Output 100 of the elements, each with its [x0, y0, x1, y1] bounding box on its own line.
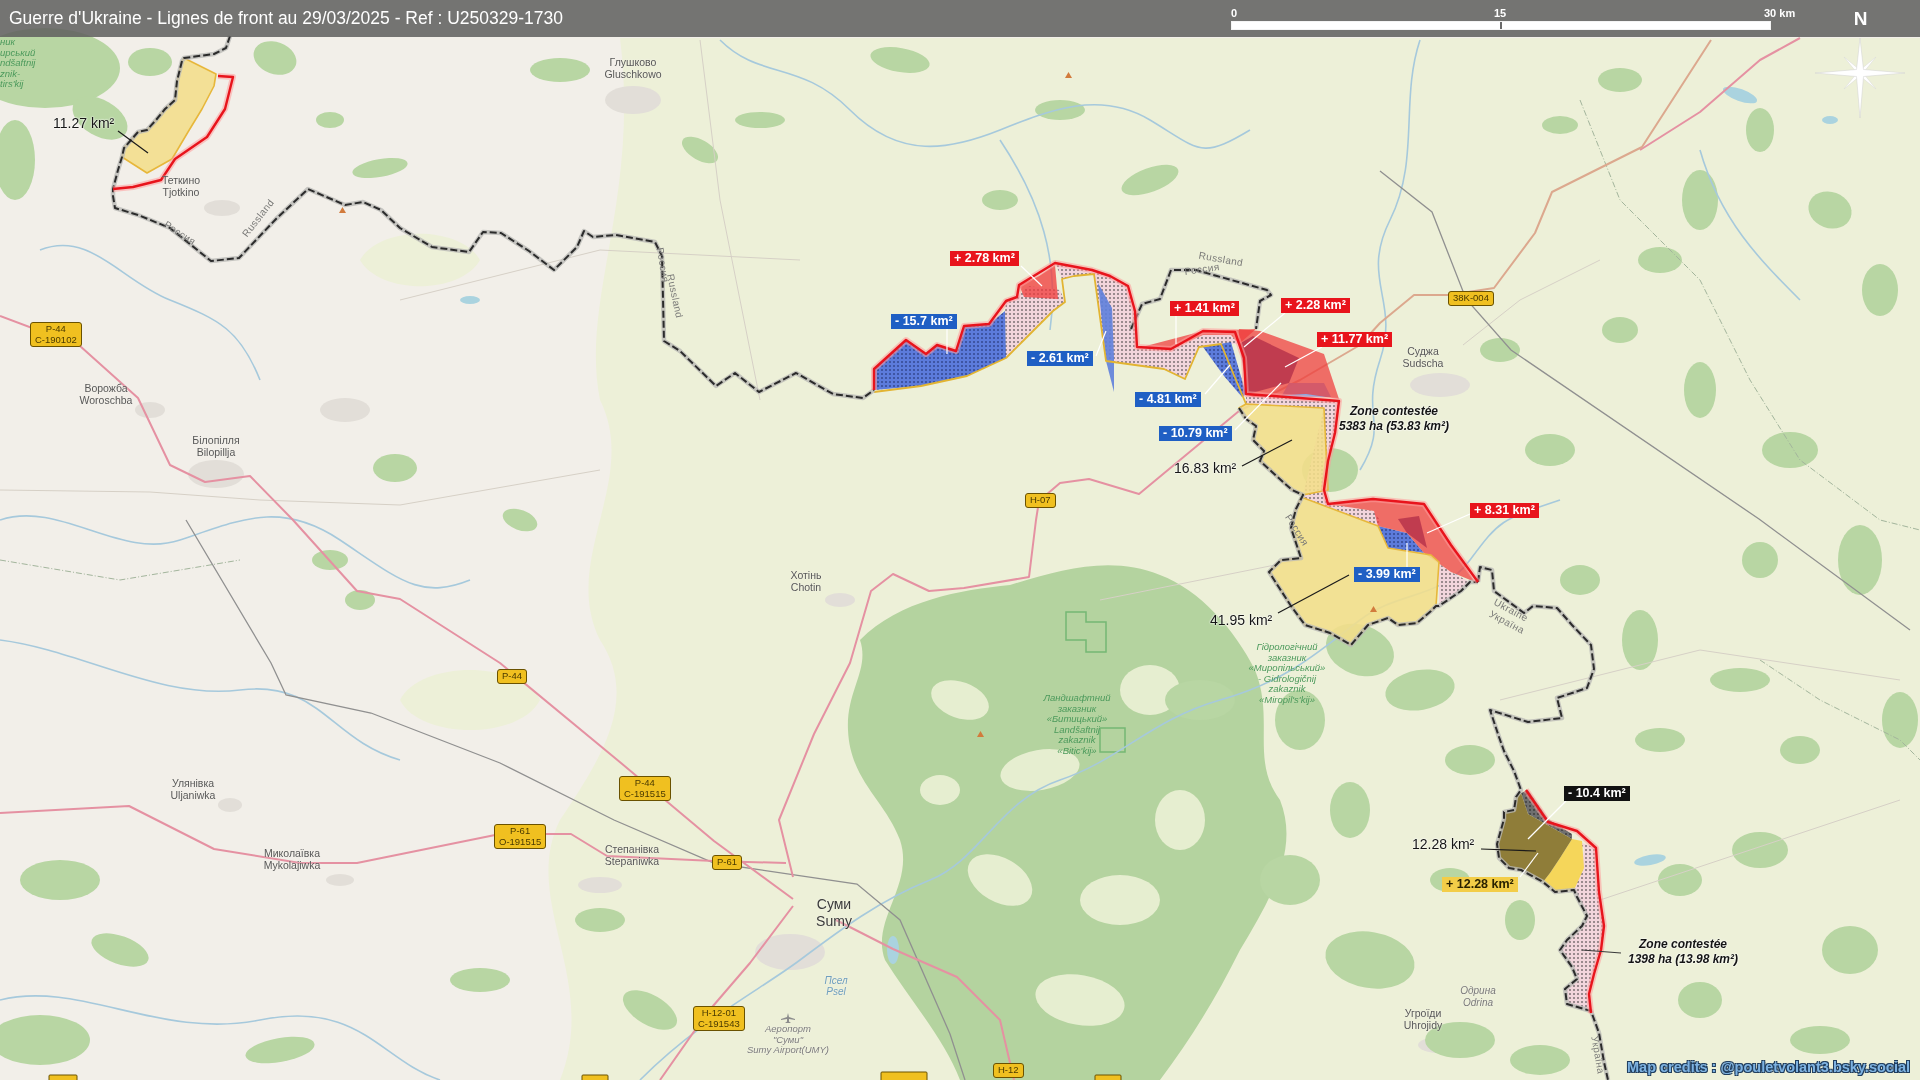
- lake: [1634, 854, 1666, 866]
- scale-label: 15: [1494, 6, 1508, 20]
- forest-area: [345, 590, 375, 610]
- leader-line: [1234, 382, 1282, 431]
- clearing: [967, 854, 1033, 906]
- road-shield: [581, 1074, 609, 1080]
- forest-area: [1560, 565, 1600, 595]
- forest-area: [1635, 728, 1685, 752]
- forest-area: [1525, 434, 1575, 466]
- road-shield: [880, 1071, 928, 1080]
- north-label: N: [1853, 7, 1868, 30]
- forest-area: [245, 1036, 315, 1064]
- forest-area: [1505, 900, 1535, 940]
- forest-area: [1638, 247, 1682, 273]
- forest-area: [1330, 782, 1370, 838]
- river-label: Псел Psel: [824, 975, 848, 997]
- credits-text: Map credits : @pouletvolant3.bsky.social: [1627, 1059, 1910, 1075]
- forest-area: [91, 933, 149, 967]
- area-change-tag: + 11.77 km²: [1317, 332, 1393, 347]
- reserve-label: ник ирський ndšaftnij znik- tirs'kij: [0, 37, 36, 90]
- forest-area: [1762, 432, 1818, 468]
- gain-area: [1543, 839, 1584, 892]
- zone-note: Zone contestée 5383 ha (53.83 km²): [1338, 404, 1450, 434]
- airport-label: Аеропорт "Суми" Sumy Airport(UMY): [747, 1024, 829, 1056]
- leader-line: [1020, 265, 1043, 287]
- road-shield: H-12: [993, 1063, 1024, 1078]
- leader-line: [1204, 364, 1231, 395]
- place-label: Улянівка Uljaniwka: [170, 777, 216, 801]
- country-label: Україна: [1589, 1035, 1607, 1075]
- loss-area: [1378, 526, 1424, 553]
- forest-area: [1035, 100, 1085, 120]
- forest-area: [316, 112, 344, 128]
- forest-area: [1682, 170, 1718, 230]
- road-shield: [1094, 1074, 1122, 1080]
- area-change-tag: + 1.41 km²: [1170, 301, 1239, 316]
- loss-area: [1203, 342, 1246, 397]
- forest-area: [1808, 191, 1852, 229]
- forest-area: [1732, 832, 1788, 868]
- forest-area: [1445, 745, 1495, 775]
- forest-area: [1838, 525, 1882, 595]
- forest-area: [1602, 317, 1638, 343]
- forest-area: [870, 47, 930, 73]
- leader-line: [1527, 800, 1567, 840]
- area-change-tag: + 2.78 km²: [950, 251, 1019, 266]
- forest-area: [128, 48, 172, 76]
- forest-area: [502, 508, 538, 532]
- reserve-label: Гідрологічний заказник «Миропільський» - Gidrologičnij zakaznik «Miropil's'kij»: [1248, 642, 1326, 706]
- built-up-area: [188, 460, 244, 488]
- clearing: [931, 680, 989, 720]
- place-label: Миколаївка Mykolajiwka: [263, 847, 321, 871]
- leader-line: [1095, 330, 1107, 357]
- clearing: [920, 775, 960, 805]
- gain-area: [1019, 265, 1058, 299]
- road-shield: P-44 C-191515: [619, 776, 671, 801]
- triangle-icon: [1370, 606, 1377, 612]
- road-shield: P-61 O-191515: [494, 824, 547, 849]
- area-change-tag: - 3.99 km²: [1354, 567, 1420, 582]
- built-up-area: [755, 934, 825, 970]
- forest-area: [1780, 736, 1820, 764]
- place-label: Угроїди Uhrojidy: [1403, 1007, 1443, 1031]
- forest-area: [450, 968, 510, 992]
- forest-area: [530, 58, 590, 82]
- leader-line: [1426, 513, 1471, 534]
- forest-area: [1542, 116, 1578, 134]
- place-label: Степанівка Stepaniwka: [604, 843, 660, 867]
- area-change-tag: - 4.81 km²: [1135, 392, 1201, 407]
- place-label: Глушково Gluschkowo: [604, 56, 662, 80]
- leader-line: [946, 328, 948, 355]
- reserve-boundary: [1099, 727, 1126, 753]
- forest-area: [1790, 1026, 1850, 1054]
- place-label: Суджа Sudscha: [1402, 345, 1444, 369]
- clearing: [1120, 665, 1180, 715]
- reserve-boundary: [1065, 611, 1107, 653]
- area-total-label: 11.27 km²: [53, 116, 115, 131]
- place-label: Одрина Odrina: [1460, 985, 1496, 1008]
- area-change-tag: + 12.28 km²: [1442, 877, 1518, 892]
- forest-area: [1598, 68, 1642, 92]
- area-change-tag: + 8.31 km²: [1470, 503, 1539, 518]
- area-change-tag: - 10.79 km²: [1159, 426, 1232, 441]
- clearing: [1155, 790, 1205, 850]
- built-up-area: [135, 402, 165, 418]
- area-change-tag: - 10.4 km²: [1564, 786, 1630, 801]
- map-title: Guerre d'Ukraine - Lignes de front au 29/03/2025 - Ref : U250329-1730: [8, 8, 564, 29]
- forest-area: [352, 157, 408, 179]
- area-total-label: 41.95 km²: [1210, 613, 1273, 628]
- area-change-tag: - 2.61 km²: [1027, 351, 1093, 366]
- forest-area: [982, 190, 1018, 210]
- road-shield: P-44 C-190102: [30, 322, 82, 347]
- forest-area: [1710, 668, 1770, 692]
- area-change-tag: + 2.28 km²: [1281, 298, 1350, 313]
- forest-area: [1746, 108, 1774, 152]
- place-label: Теткино Tjotkino: [161, 174, 201, 198]
- airplane-icon: [781, 1013, 795, 1023]
- forest-area: [1822, 926, 1878, 974]
- forest-area: [1510, 1045, 1570, 1075]
- forest-area: [1121, 164, 1179, 196]
- forest-area: [682, 136, 718, 164]
- place-label: Хотінь Chotin: [790, 569, 822, 593]
- lake: [460, 296, 480, 304]
- lake: [1822, 116, 1838, 124]
